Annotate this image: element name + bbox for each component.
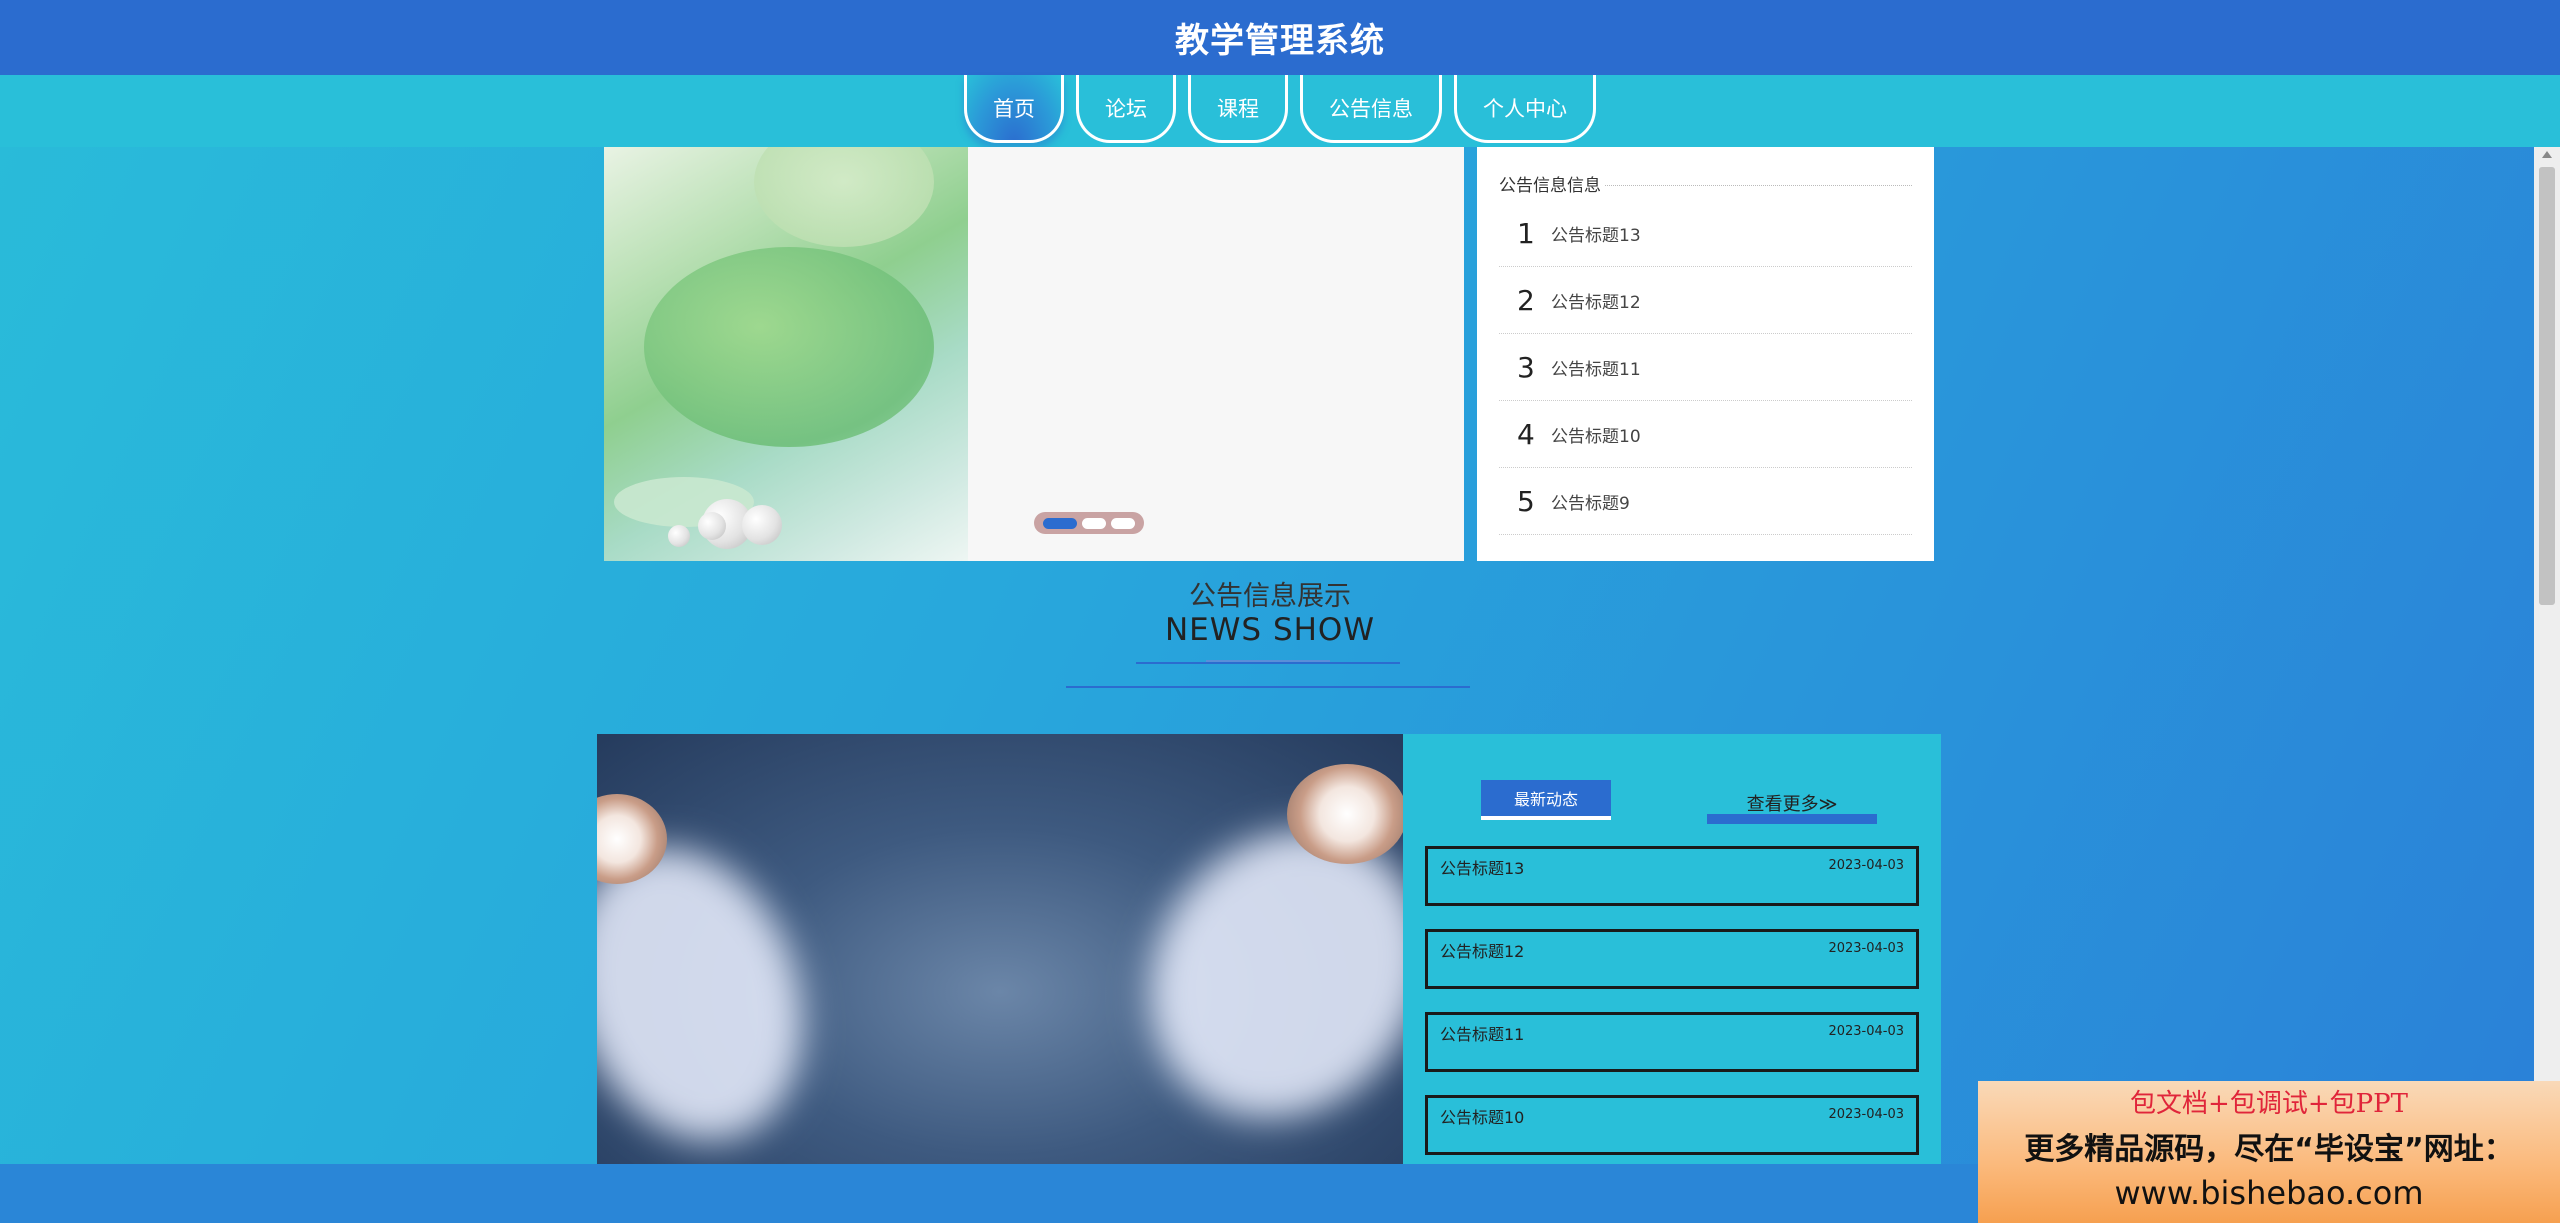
- notice-rank: 4: [1517, 417, 1535, 451]
- notice-rank: 5: [1517, 484, 1535, 518]
- carousel-dot-3[interactable]: [1111, 517, 1135, 529]
- carousel-indicators: [1034, 512, 1144, 534]
- pearl-shape: [698, 512, 726, 540]
- nav-item-personal-center[interactable]: 个人中心: [1454, 75, 1596, 143]
- site-title: 教学管理系统: [1175, 21, 1385, 61]
- notice-list-item[interactable]: 4 公告标题10: [1499, 401, 1912, 468]
- news-tabs: 最新动态 查看更多≫: [1425, 734, 1919, 846]
- news-card-date: 2023-04-03: [1828, 941, 1904, 956]
- divider: [1066, 686, 1470, 688]
- view-more-link[interactable]: 查看更多≫: [1707, 790, 1877, 824]
- notice-rank: 1: [1517, 216, 1535, 250]
- main-nav: 首页 论坛 课程 公告信息 个人中心: [0, 75, 2560, 147]
- nav-item-course[interactable]: 课程: [1188, 75, 1288, 143]
- notice-heading: 公告信息信息: [1499, 176, 1601, 196]
- nav-item-home[interactable]: 首页: [964, 75, 1064, 143]
- notice-rank: 2: [1517, 283, 1535, 317]
- pearl-shape: [668, 525, 690, 547]
- notice-heading-row: 公告信息信息: [1499, 171, 1912, 196]
- news-card-date: 2023-04-03: [1828, 1107, 1904, 1122]
- pearl-shape: [742, 505, 782, 545]
- notice-title[interactable]: 公告标题10: [1551, 422, 1641, 447]
- news-card[interactable]: 公告标题11 2023-04-03: [1425, 1012, 1919, 1072]
- news-card-date: 2023-04-03: [1828, 858, 1904, 873]
- notice-title[interactable]: 公告标题9: [1551, 489, 1630, 514]
- lotus-leaf-shape: [644, 247, 934, 447]
- news-card[interactable]: 公告标题13 2023-04-03: [1425, 846, 1919, 906]
- notice-title[interactable]: 公告标题12: [1551, 288, 1641, 313]
- carousel-dot-1[interactable]: [1043, 517, 1077, 529]
- news-card-title: 公告标题11: [1440, 1025, 1525, 1044]
- banner-image-lotus: [604, 147, 968, 561]
- notice-list-item[interactable]: 3 公告标题11: [1499, 334, 1912, 401]
- spotlight-lamp-shape: [1287, 764, 1403, 864]
- page-scrollbar[interactable]: [2534, 147, 2560, 1165]
- notice-list-item[interactable]: 5 公告标题9: [1499, 468, 1912, 535]
- news-card-title: 公告标题13: [1440, 859, 1525, 878]
- news-card-title: 公告标题12: [1440, 942, 1525, 961]
- notice-rank: 3: [1517, 350, 1535, 384]
- divider: [1605, 185, 1912, 186]
- news-card[interactable]: 公告标题12 2023-04-03: [1425, 929, 1919, 989]
- notice-title[interactable]: 公告标题13: [1551, 221, 1641, 246]
- news-card-date: 2023-04-03: [1828, 1024, 1904, 1039]
- top-header: 教学管理系统: [0, 0, 2560, 75]
- carousel-dot-2[interactable]: [1082, 517, 1106, 529]
- news-panel: 最新动态 查看更多≫ 公告标题13 2023-04-03 公告标题12 2023…: [1403, 734, 1941, 1164]
- notice-panel: 公告信息信息 1 公告标题13 2 公告标题12 3 公告标题11 4 公告标题…: [1477, 147, 1934, 561]
- news-feature-image: [597, 734, 1403, 1164]
- tab-latest-news[interactable]: 最新动态: [1481, 780, 1611, 820]
- divider: [1136, 662, 1400, 664]
- news-card-title: 公告标题10: [1440, 1108, 1525, 1127]
- watermark-url: www.bishebao.com: [2114, 1174, 2424, 1212]
- banner-carousel[interactable]: [604, 147, 1464, 561]
- nav-item-forum[interactable]: 论坛: [1076, 75, 1176, 143]
- scroll-thumb[interactable]: [2539, 167, 2555, 605]
- nav-item-notice[interactable]: 公告信息: [1300, 75, 1442, 143]
- section-title-en: NEWS SHOW: [1164, 612, 1375, 648]
- scroll-up-arrow-icon[interactable]: [2542, 151, 2552, 158]
- notice-list-item[interactable]: 1 公告标题13: [1499, 200, 1912, 267]
- news-card[interactable]: 公告标题10 2023-04-03: [1425, 1095, 1919, 1155]
- notice-list-item[interactable]: 2 公告标题12: [1499, 267, 1912, 334]
- notice-title[interactable]: 公告标题11: [1551, 355, 1641, 380]
- section-title-cn: 公告信息展示: [1189, 581, 1351, 612]
- watermark-line-1: 包文档+包调试+包PPT: [2130, 1089, 2408, 1119]
- promo-watermark: 包文档+包调试+包PPT 更多精品源码，尽在“毕设宝”网址： www.bishe…: [1978, 1081, 2560, 1223]
- watermark-line-2: 更多精品源码，尽在“毕设宝”网址：: [2024, 1132, 2514, 1167]
- lotus-leaf-shape: [754, 147, 934, 247]
